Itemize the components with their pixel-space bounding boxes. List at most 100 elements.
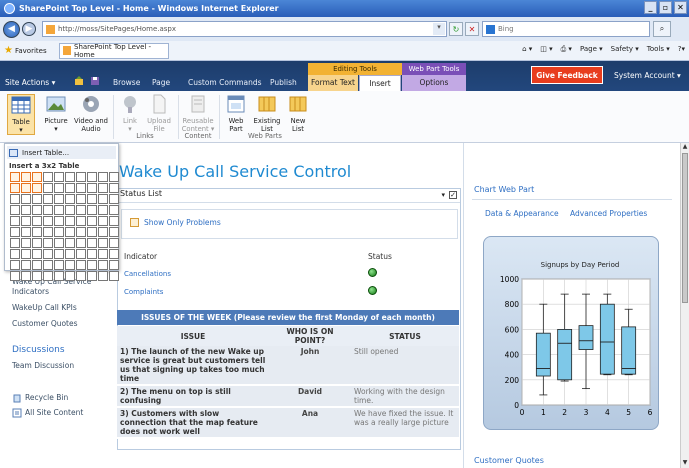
give-feedback-button[interactable]: Give Feedback (531, 66, 603, 84)
browser-tab[interactable]: SharePoint Top Level - Home (58, 42, 169, 59)
tab-browse[interactable]: Browse (113, 78, 140, 87)
table-grid-cell[interactable] (87, 249, 97, 259)
table-grid-cell[interactable] (76, 172, 86, 182)
table-grid-cell[interactable] (32, 194, 42, 204)
table-grid-cell[interactable] (76, 260, 86, 270)
table-grid-cell[interactable] (109, 216, 119, 226)
table-grid-cell[interactable] (87, 271, 97, 281)
table-grid-cell[interactable] (87, 183, 97, 193)
show-only-problems[interactable]: Show Only Problems (130, 218, 221, 227)
home-icon[interactable]: ⌂ ▾ (522, 45, 532, 54)
forward-button[interactable]: ▶ (22, 22, 36, 36)
favorites-button[interactable]: Favorites (15, 47, 47, 55)
table-grid-cell[interactable] (54, 216, 64, 226)
insert-table-menu-item[interactable]: Insert Table... (7, 146, 116, 159)
table-grid-cell[interactable] (54, 227, 64, 237)
data-appearance-link[interactable]: Data & Appearance (485, 209, 559, 218)
table-grid-cell[interactable] (109, 194, 119, 204)
minimize-button[interactable]: _ (644, 1, 657, 14)
table-grid-cell[interactable] (21, 227, 31, 237)
scroll-thumb[interactable] (682, 153, 688, 303)
table-grid-cell[interactable] (65, 249, 75, 259)
web-part-button[interactable]: Web Part (222, 94, 250, 133)
nav-team-discussion[interactable]: Team Discussion (12, 361, 74, 370)
table-grid-cell[interactable] (21, 271, 31, 281)
table-grid-cell[interactable] (87, 194, 97, 204)
table-grid-cell[interactable] (54, 271, 64, 281)
webpart-checkbox[interactable]: ✓ (449, 191, 457, 199)
table-grid-cell[interactable] (87, 216, 97, 226)
table-grid-cell[interactable] (10, 172, 20, 182)
table-grid-cell[interactable] (109, 271, 119, 281)
table-grid-cell[interactable] (65, 205, 75, 215)
table-grid-cell[interactable] (32, 271, 42, 281)
table-grid-cell[interactable] (43, 194, 53, 204)
table-grid-cell[interactable] (21, 216, 31, 226)
link-button[interactable]: Link ▾ (116, 94, 144, 133)
scroll-down-icon[interactable]: ▼ (681, 459, 689, 468)
search-input[interactable]: Bing (482, 21, 650, 37)
table-grid-cell[interactable] (76, 205, 86, 215)
table-grid-cell[interactable] (54, 238, 64, 248)
table-grid-cell[interactable] (76, 216, 86, 226)
table-grid-cell[interactable] (65, 260, 75, 270)
tab-page[interactable]: Page (152, 78, 170, 87)
table-grid-cell[interactable] (10, 183, 20, 193)
table-grid-cell[interactable] (109, 183, 119, 193)
scroll-up-icon[interactable]: ▲ (681, 143, 689, 152)
site-actions-menu[interactable]: Site Actions ▾ (5, 78, 55, 87)
table-grid-cell[interactable] (21, 238, 31, 248)
kpi-cancellations[interactable]: Cancellations (124, 270, 171, 278)
table-grid-cell[interactable] (98, 249, 108, 259)
new-list-button[interactable]: New List (284, 94, 312, 133)
upload-file-button[interactable]: Upload File (145, 94, 173, 133)
table-grid-cell[interactable] (76, 194, 86, 204)
table-grid-cell[interactable] (32, 183, 42, 193)
table-grid-cell[interactable] (32, 216, 42, 226)
table-grid-cell[interactable] (109, 227, 119, 237)
stop-button[interactable]: ✕ (465, 22, 479, 36)
tab-insert[interactable]: Insert (359, 75, 401, 91)
close-button[interactable]: ✕ (674, 1, 687, 14)
table-grid-cell[interactable] (32, 205, 42, 215)
table-grid-cell[interactable] (21, 194, 31, 204)
table-grid-cell[interactable] (32, 238, 42, 248)
page-menu[interactable]: Page ▾ (580, 45, 603, 54)
table-grid-cell[interactable] (10, 205, 20, 215)
nav-wakeup-kpis[interactable]: WakeUp Call KPIs (12, 303, 77, 312)
table-grid-cell[interactable] (10, 249, 20, 259)
table-grid-cell[interactable] (10, 227, 20, 237)
table-grid-cell[interactable] (98, 205, 108, 215)
table-grid-cell[interactable] (98, 271, 108, 281)
table-grid-cell[interactable] (87, 205, 97, 215)
vertical-scrollbar[interactable]: ▲ ▼ (680, 143, 689, 468)
nav-indicators[interactable]: Indicators (12, 287, 49, 296)
table-grid-cell[interactable] (54, 194, 64, 204)
table-grid-cell[interactable] (10, 238, 20, 248)
table-grid-cell[interactable] (21, 249, 31, 259)
table-grid-cell[interactable] (21, 172, 31, 182)
table-grid-cell[interactable] (109, 260, 119, 270)
navigate-up-icon[interactable] (74, 76, 84, 86)
table-grid-cell[interactable] (21, 205, 31, 215)
table-grid-cell[interactable] (65, 238, 75, 248)
feeds-icon[interactable]: ◫ ▾ (540, 45, 552, 54)
table-grid-cell[interactable] (76, 249, 86, 259)
tab-options[interactable]: Options (402, 75, 466, 91)
picture-button[interactable]: Picture ▾ (42, 94, 70, 133)
table-grid-cell[interactable] (65, 216, 75, 226)
address-input[interactable]: http://moss/SitePages/Home.aspx ▾ (42, 21, 447, 37)
table-grid-cell[interactable] (65, 194, 75, 204)
table-grid-cell[interactable] (43, 172, 53, 182)
table-grid-cell[interactable] (43, 227, 53, 237)
print-icon[interactable]: ⎙ ▾ (561, 45, 572, 54)
webpart-menu-icon[interactable]: ▾ (441, 191, 445, 199)
table-grid-cell[interactable] (98, 216, 108, 226)
table-grid-cell[interactable] (43, 260, 53, 270)
table-grid-cell[interactable] (98, 172, 108, 182)
account-menu[interactable]: System Account ▾ (614, 71, 681, 80)
table-grid-cell[interactable] (43, 249, 53, 259)
table-grid-cell[interactable] (98, 194, 108, 204)
tab-publish[interactable]: Publish (270, 78, 297, 87)
table-grid-cell[interactable] (98, 183, 108, 193)
